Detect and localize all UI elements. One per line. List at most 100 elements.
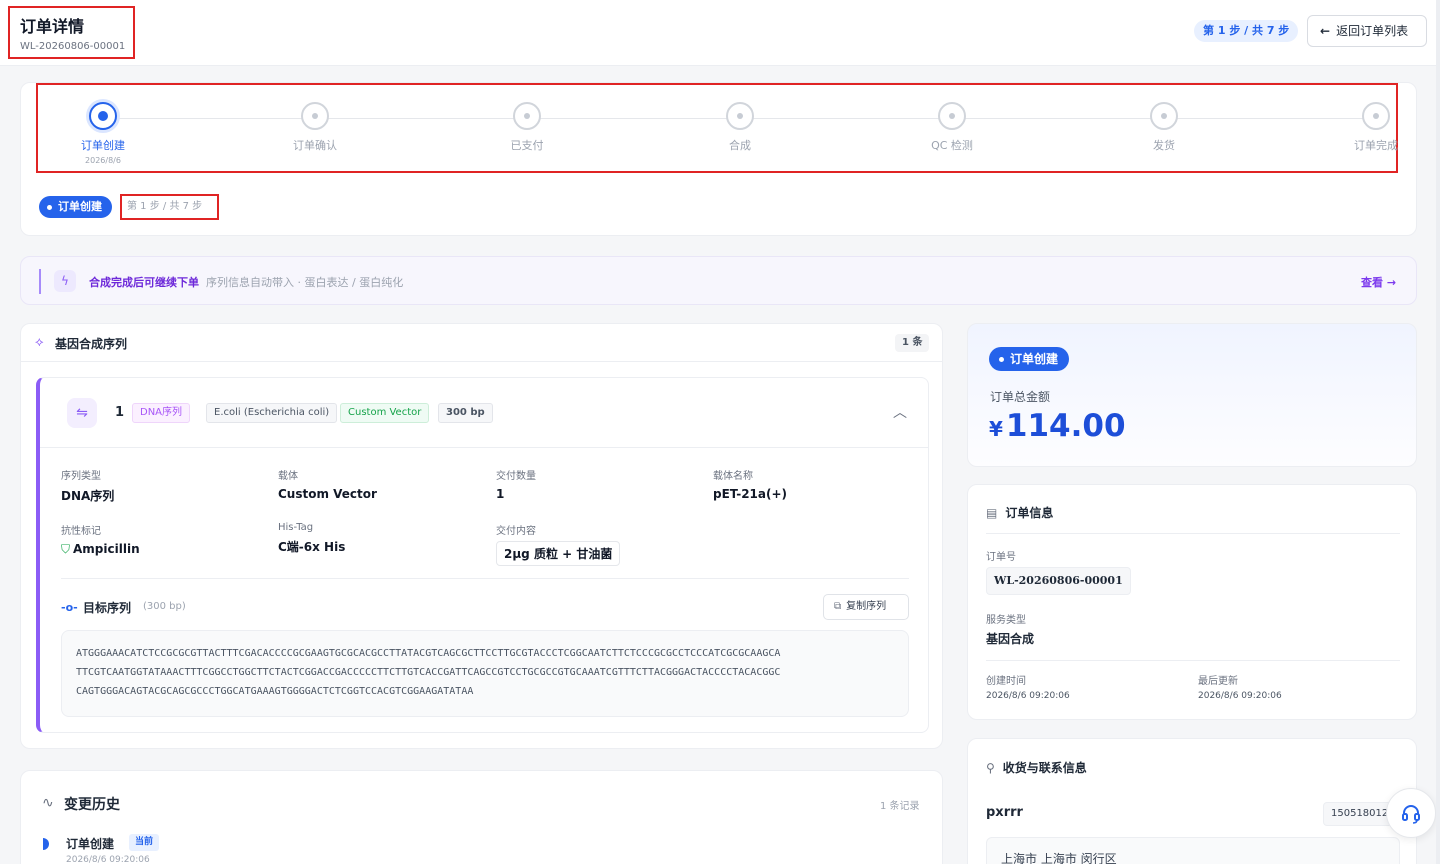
field-value: C端-6x His — [278, 540, 346, 554]
current-badge: 当前 — [129, 834, 160, 851]
target-sequence-length: (300 bp) — [143, 601, 186, 612]
order-no-value[interactable]: WL-20260806-00001 — [986, 567, 1131, 595]
total-amount: ¥114.00 — [989, 408, 1126, 444]
step-label: 发货 — [1153, 139, 1175, 152]
sequence-card-header: ⟡ 基因合成序列 1 条 — [21, 324, 942, 362]
dna-helix-icon: ⇋ — [67, 398, 97, 428]
length-tag: 300 bp — [438, 403, 493, 423]
created-time-value: 2026/8/6 09:20:06 — [986, 691, 1070, 701]
step-label: QC 检测 — [931, 139, 973, 152]
step-completed[interactable]: 订单完成 — [1331, 102, 1421, 153]
shipping-contact-card: ⚲ 收货与联系信息 pxrrr 1505180125 上海市 上海市 闵行区 — [967, 738, 1417, 864]
stepper: 订单创建 2026/8/6 订单确认 已支付 合成 QC 检测 发货 订单完成 — [36, 83, 1398, 173]
step-synthesis[interactable]: 合成 — [695, 102, 785, 153]
field-label: 交付内容 — [496, 526, 536, 537]
order-number: WL-20260806-00001 — [20, 41, 126, 52]
step-dot-icon — [1150, 102, 1178, 130]
view-link-label: 查看 — [1361, 276, 1383, 289]
sequence-count-badge: 1 条 — [895, 334, 930, 352]
contact-name: pxrrr — [986, 805, 1023, 820]
title-block: 订单详情 WL-20260806-00001 — [8, 6, 135, 59]
order-status-badge: 订单创建 — [989, 347, 1070, 371]
banner-title: 合成完成后可继续下单 — [89, 276, 199, 289]
accent-bar — [39, 269, 41, 294]
step-dot-icon — [89, 102, 117, 130]
change-history-card: ∿ 变更历史 1 条记录 订单创建 当前 2026/8/6 09:20:06 — [20, 770, 943, 864]
sequence-text-box[interactable]: ATGGGAAACATCTCCGCGCGTTACTTTCGACACCCCGCGA… — [61, 630, 909, 717]
sequence-line: TTCGTCAATGGTATAAACTTTCGGCCTGGCTTCTACTCGG… — [76, 667, 781, 678]
field-value: ⛉ Ampicillin — [61, 542, 140, 557]
location-pin-icon: ⚲ — [986, 761, 995, 775]
step-shipped[interactable]: 发货 — [1119, 102, 1209, 153]
shield-check-icon: ⛉ — [61, 542, 71, 556]
vector-tag: Custom Vector — [340, 403, 430, 423]
field-value: Custom Vector — [278, 487, 377, 501]
total-amount-label: 订单总金额 — [990, 390, 1051, 404]
copy-sequence-button[interactable]: ⧉ 复制序列 — [823, 594, 909, 620]
step-label: 订单完成 — [1354, 139, 1398, 152]
amount-value: 114.00 — [1005, 408, 1126, 444]
divider — [61, 578, 909, 579]
current-status-badge: 订单创建 — [39, 196, 112, 218]
order-info-title-text: 订单信息 — [1005, 506, 1054, 520]
field-label: 抗性标记 — [61, 526, 101, 537]
order-info-card: ▤ 订单信息 订单号 WL-20260806-00001 服务类型 基因合成 创建… — [967, 484, 1417, 720]
follow-up-order-banner: ϟ 合成完成后可继续下单 序列信息自动带入 · 蛋白表达 / 蛋白纯化 查看 → — [20, 256, 1417, 305]
customer-support-button[interactable] — [1386, 788, 1436, 838]
step-label: 订单确认 — [293, 139, 337, 152]
view-link[interactable]: 查看 → — [1361, 274, 1396, 290]
dna-icon: ⟡ — [35, 335, 44, 350]
step-paid[interactable]: 已支付 — [482, 102, 572, 153]
activity-icon: ∿ — [42, 795, 54, 811]
step-date: 2026/8/6 — [85, 156, 121, 165]
target-sequence-label: 目标序列 — [83, 601, 132, 615]
step-order-created[interactable]: 订单创建 2026/8/6 — [58, 102, 148, 165]
page-title: 订单详情 — [20, 17, 85, 36]
divider — [986, 533, 1400, 534]
sequence-line: CAGTGGGACAGTACGCAGCGCCCTGGCATGAAAGTGGGGA… — [76, 686, 474, 697]
sequence-index: 1 — [115, 405, 125, 420]
chevron-up-icon[interactable]: ︿ — [893, 402, 907, 422]
back-to-list-button[interactable]: ← 返回订单列表 — [1307, 15, 1427, 47]
history-title: 变更历史 — [64, 797, 120, 813]
gene-synthesis-sequence-card: ⟡ 基因合成序列 1 条 ⇋ 1 DNA序列 E.coli (Escherich… — [20, 323, 943, 749]
progress-stepper-card: 订单创建 2026/8/6 订单确认 已支付 合成 QC 检测 发货 订单完成 … — [20, 82, 1417, 236]
sequence-item: ⇋ 1 DNA序列 E.coli (Escherichia coli) Cust… — [36, 377, 929, 733]
service-type-label: 服务类型 — [986, 615, 1026, 626]
top-bar: 订单详情 WL-20260806-00001 第 1 步 / 共 7 步 ← 返回… — [0, 0, 1440, 66]
step-label: 已支付 — [510, 139, 544, 152]
field-value: 1 — [496, 487, 505, 501]
step-qc[interactable]: QC 检测 — [907, 102, 997, 153]
arrow-left-icon: ← — [1320, 24, 1331, 38]
step-order-confirmed[interactable]: 订单确认 — [270, 102, 360, 153]
history-entry-time: 2026/8/6 09:20:06 — [66, 855, 150, 864]
step-dot-icon — [1362, 102, 1390, 130]
sequence-card-title: 基因合成序列 — [55, 337, 128, 351]
order-detail-page: 订单详情 WL-20260806-00001 第 1 步 / 共 7 步 ← 返回… — [0, 0, 1440, 864]
sequence-marker-icon: -o- — [61, 601, 78, 614]
field-sequence-type: 序列类型 DNA序列 — [61, 467, 114, 504]
copy-label: 复制序列 — [846, 601, 887, 612]
step-count: 第 1 步 / 共 7 步 — [120, 194, 219, 220]
field-value: DNA序列 — [61, 489, 115, 503]
field-quantity: 交付数量 1 — [496, 467, 536, 501]
sequence-line: ATGGGAAACATCTCCGCGCGTTACTTTCGACACCCCGCGA… — [76, 648, 781, 659]
step-indicator-badge: 第 1 步 / 共 7 步 — [1194, 20, 1299, 42]
host-tag: E.coli (Escherichia coli) — [206, 403, 338, 423]
field-delivery: 交付内容 2μg 质粒 + 甘油菌 — [496, 522, 621, 566]
step-label: 合成 — [729, 139, 751, 152]
page-scrollbar[interactable] — [1436, 0, 1440, 864]
status-dot-icon — [47, 204, 52, 210]
updated-time-label: 最后更新 — [1198, 676, 1238, 687]
order-amount-card: 订单创建 订单总金额 ¥114.00 — [967, 323, 1417, 467]
step-dot-icon — [301, 102, 329, 130]
step-label: 订单创建 — [81, 139, 125, 152]
field-label: 载体名称 — [713, 471, 753, 482]
shipping-title: ⚲ 收货与联系信息 — [986, 759, 1087, 776]
order-info-title: ▤ 订单信息 — [986, 504, 1053, 521]
field-label: 交付数量 — [496, 471, 536, 482]
sequence-item-header[interactable]: ⇋ 1 DNA序列 E.coli (Escherichia coli) Cust… — [40, 378, 928, 448]
headset-icon — [1402, 805, 1420, 824]
field-value: 2μg 质粒 + 甘油菌 — [496, 541, 621, 566]
field-resistance: 抗性标记 ⛉ Ampicillin — [61, 522, 140, 557]
